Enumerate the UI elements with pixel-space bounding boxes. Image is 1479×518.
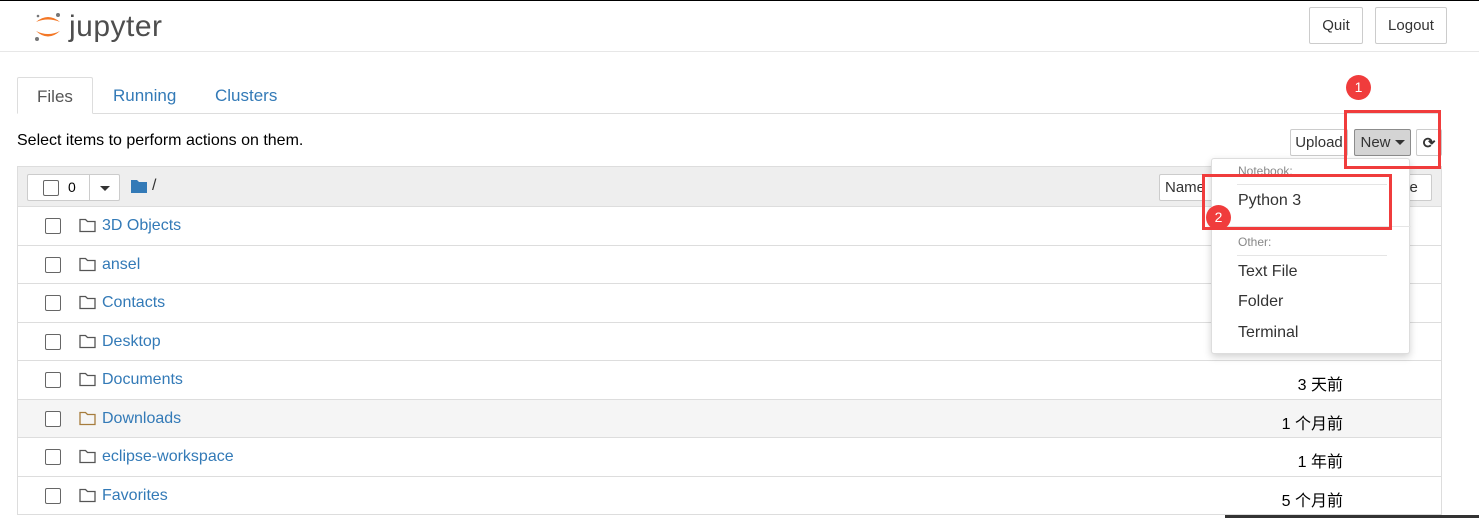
file-modified-time: 1 个月前 bbox=[1281, 415, 1343, 433]
selection-hint: Select items to perform actions on them. bbox=[17, 132, 304, 149]
annotation-box-1 bbox=[1344, 110, 1441, 169]
logout-button[interactable]: Logout bbox=[1375, 7, 1447, 44]
file-name-link[interactable]: Contacts bbox=[102, 294, 165, 312]
upload-button[interactable]: Upload bbox=[1290, 129, 1348, 156]
file-name-link[interactable]: Favorites bbox=[102, 487, 168, 505]
file-row[interactable]: Favorites 5 个月前 bbox=[18, 477, 1441, 515]
file-name-link[interactable]: Desktop bbox=[102, 333, 161, 351]
row-checkbox[interactable] bbox=[45, 218, 61, 234]
annotation-badge-1: 1 bbox=[1346, 75, 1371, 100]
select-all-checkbox[interactable] bbox=[43, 180, 59, 196]
file-modified-time: 5 个月前 bbox=[1281, 492, 1343, 510]
annotation-badge-2: 2 bbox=[1206, 205, 1231, 230]
file-name-link[interactable]: Downloads bbox=[102, 410, 181, 428]
file-row[interactable]: Documents 3 天前 bbox=[18, 361, 1441, 400]
menu-header-other: Other: bbox=[1238, 235, 1272, 249]
header: jupyter Quit Logout bbox=[0, 1, 1479, 52]
folder-outline-icon bbox=[79, 449, 96, 464]
annotation-box-2 bbox=[1202, 174, 1392, 230]
row-checkbox[interactable] bbox=[45, 333, 61, 350]
file-name-link[interactable]: ansel bbox=[102, 256, 140, 274]
row-checkbox[interactable] bbox=[45, 295, 61, 311]
file-modified-time: 3 天前 bbox=[1297, 377, 1343, 394]
select-all-control[interactable]: 0 bbox=[27, 174, 120, 201]
quit-button[interactable]: Quit bbox=[1309, 7, 1363, 44]
jupyter-logo[interactable]: jupyter bbox=[33, 9, 163, 45]
logo-text: jupyter bbox=[69, 10, 163, 43]
file-modified-time: 1 年前 bbox=[1297, 454, 1343, 471]
menu-item-text-file[interactable]: Text File bbox=[1238, 263, 1298, 281]
file-name-link[interactable]: 3D Objects bbox=[102, 217, 181, 235]
file-row[interactable]: Downloads 1 个月前 bbox=[18, 399, 1441, 438]
caret-down-icon bbox=[100, 186, 110, 191]
folder-outline-icon bbox=[79, 488, 96, 502]
menu-item-terminal[interactable]: Terminal bbox=[1238, 324, 1298, 342]
selected-count: 0 bbox=[68, 179, 76, 195]
breadcrumb-root[interactable]: / bbox=[152, 177, 156, 195]
menu-divider bbox=[1237, 255, 1387, 256]
tab-clusters[interactable]: Clusters bbox=[196, 77, 296, 114]
tab-bar: Files Running Clusters bbox=[17, 77, 1441, 114]
row-checkbox[interactable] bbox=[45, 487, 61, 504]
tab-files[interactable]: Files bbox=[17, 77, 93, 114]
folder-outline-icon bbox=[79, 295, 96, 310]
folder-outline-icon bbox=[79, 411, 96, 425]
jupyter-logo-icon bbox=[35, 13, 60, 41]
folder-outline-icon bbox=[79, 257, 96, 271]
row-checkbox[interactable] bbox=[45, 372, 61, 388]
row-checkbox[interactable] bbox=[45, 410, 61, 427]
folder-outline-icon bbox=[79, 334, 96, 348]
folder-outline-icon bbox=[79, 218, 96, 233]
file-row[interactable]: eclipse-workspace 1 年前 bbox=[18, 438, 1441, 477]
row-checkbox[interactable] bbox=[45, 256, 61, 273]
tab-running[interactable]: Running bbox=[94, 77, 195, 114]
select-dropdown[interactable] bbox=[89, 175, 120, 200]
folder-outline-icon bbox=[79, 372, 96, 387]
menu-item-folder[interactable]: Folder bbox=[1238, 293, 1283, 311]
file-name-link[interactable]: Documents bbox=[102, 371, 183, 389]
folder-icon bbox=[131, 180, 147, 193]
file-name-link[interactable]: eclipse-workspace bbox=[102, 448, 234, 466]
row-checkbox[interactable] bbox=[45, 449, 61, 465]
